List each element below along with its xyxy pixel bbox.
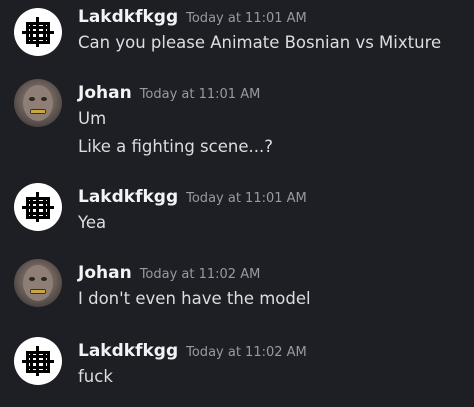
grid-logo-icon <box>22 192 54 222</box>
face-photo-icon <box>23 85 53 121</box>
avatar[interactable] <box>14 183 62 231</box>
grid-logo-icon <box>22 17 54 47</box>
message-timestamp: Today at 11:01 AM <box>186 191 307 206</box>
message-timestamp: Today at 11:01 AM <box>139 87 261 102</box>
message-text: Um <box>78 109 107 128</box>
avatar[interactable] <box>14 8 62 56</box>
author-name[interactable]: Lakdkfkgg <box>78 341 178 361</box>
author-name[interactable]: Johan <box>78 83 132 103</box>
face-photo-icon <box>23 265 53 301</box>
message-timestamp: Today at 11:02 AM <box>139 267 261 282</box>
author-name[interactable]: Lakdkfkgg <box>78 7 178 27</box>
message-text: Can you please Animate Bosnian vs Mixtur… <box>78 33 442 52</box>
author-name[interactable]: Lakdkfkgg <box>78 187 178 207</box>
message-timestamp: Today at 11:01 AM <box>186 11 307 26</box>
chat-message-list: Lakdkfkgg Today at 11:01 AM Can you pleas… <box>0 0 474 407</box>
message-text: fuck <box>78 367 113 386</box>
avatar[interactable] <box>14 79 62 127</box>
message-text: Yea <box>78 213 107 232</box>
grid-logo-icon <box>22 346 54 376</box>
message-text: Like a fighting scene...? <box>78 137 273 156</box>
avatar[interactable] <box>14 259 62 307</box>
message-text: I don't even have the model <box>78 289 311 308</box>
message-timestamp: Today at 11:02 AM <box>186 345 307 360</box>
avatar[interactable] <box>14 337 62 385</box>
author-name[interactable]: Johan <box>78 263 132 283</box>
